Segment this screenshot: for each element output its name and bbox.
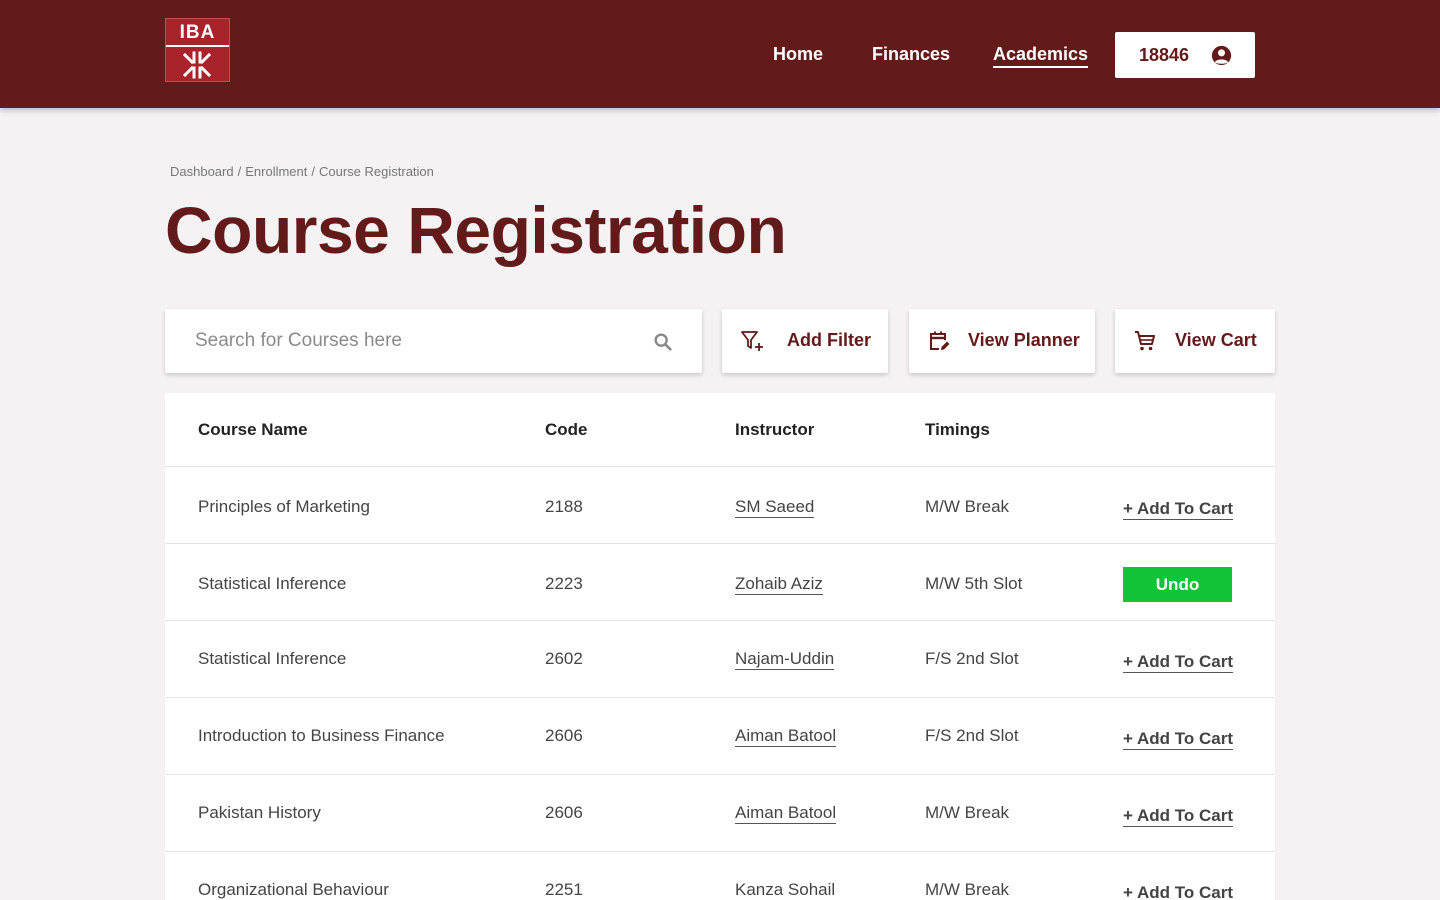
course-code: 2223: [545, 574, 583, 593]
search-icon[interactable]: [652, 331, 674, 353]
table-header-row: Course Name Code Instructor Timings: [165, 393, 1275, 467]
user-id: 18846: [1139, 45, 1190, 65]
top-bar: IBA Home Finances Academics 18846: [0, 0, 1440, 108]
instructor-link[interactable]: Najam-Uddin: [735, 649, 835, 670]
course-timing: F/S 2nd Slot: [925, 649, 1019, 668]
search-box: [165, 309, 702, 373]
breadcrumb: Dashboard / Enrollment / Course Registration: [170, 164, 434, 179]
nav-academics[interactable]: Academics: [993, 44, 1089, 68]
logo-mark-icon: [182, 51, 212, 79]
view-cart-button[interactable]: View Cart: [1115, 309, 1275, 373]
view-planner-label: View Planner: [968, 330, 1080, 350]
view-cart-label: View Cart: [1175, 330, 1257, 350]
breadcrumb-separator: /: [237, 164, 242, 179]
instructor-link[interactable]: Kanza Sohail: [735, 880, 836, 900]
course-timing: M/W Break: [925, 803, 1010, 822]
table-row: Introduction to Business Finance 2606 Ai…: [165, 698, 1275, 775]
course-code: 2602: [545, 649, 583, 668]
course-name: Statistical Inference: [198, 574, 347, 593]
course-timing: M/W 5th Slot: [925, 574, 1023, 593]
course-name: Organizational Behaviour: [198, 880, 389, 899]
view-planner-button[interactable]: View Planner: [909, 309, 1095, 373]
course-name: Pakistan History: [198, 803, 321, 822]
page-title: Course Registration: [165, 193, 787, 267]
course-name: Statistical Inference: [198, 649, 347, 668]
course-code: 2606: [545, 803, 583, 822]
instructor-link[interactable]: Aiman Batool: [735, 726, 837, 747]
table-row: Principles of Marketing 2188 SM Saeed M/…: [165, 467, 1275, 544]
course-timing: F/S 2nd Slot: [925, 726, 1019, 745]
course-table: Course Name Code Instructor Timings Prin…: [165, 393, 1275, 900]
filter-plus-icon: [741, 331, 763, 351]
nav-home[interactable]: Home: [773, 44, 823, 65]
add-to-cart-button[interactable]: + Add To Cart: [1123, 652, 1234, 673]
course-code: 2251: [545, 880, 583, 899]
add-filter-button[interactable]: Add Filter: [722, 309, 888, 373]
table-row: Pakistan History 2606 Aiman Batool M/W B…: [165, 775, 1275, 852]
add-filter-label: Add Filter: [787, 330, 871, 350]
breadcrumb-dashboard[interactable]: Dashboard: [170, 164, 234, 179]
search-input[interactable]: [195, 325, 635, 357]
column-header-code[interactable]: Code: [545, 420, 588, 440]
instructor-link[interactable]: Zohaib Aziz: [735, 574, 823, 595]
cart-icon: [1135, 331, 1155, 351]
course-name: Principles of Marketing: [198, 497, 370, 516]
column-header-course-name[interactable]: Course Name: [198, 420, 308, 440]
column-header-instructor[interactable]: Instructor: [735, 420, 814, 440]
user-circle-icon: [1211, 45, 1232, 66]
nav-finances[interactable]: Finances: [872, 44, 950, 65]
add-to-cart-button[interactable]: + Add To Cart: [1123, 499, 1234, 520]
calendar-edit-icon: [930, 331, 950, 350]
add-to-cart-button[interactable]: + Add To Cart: [1123, 883, 1233, 900]
course-name: Introduction to Business Finance: [198, 726, 445, 745]
logo-text: IBA: [179, 22, 216, 43]
course-code: 2606: [545, 726, 583, 745]
course-timing: M/W Break: [925, 497, 1010, 516]
add-to-cart-button[interactable]: + Add To Cart: [1123, 729, 1234, 750]
course-timing: M/W Break: [925, 880, 1010, 899]
iba-logo[interactable]: IBA: [165, 18, 230, 82]
table-row: Organizational Behaviour 2251 Kanza Soha…: [165, 852, 1275, 900]
logo-divider: [166, 45, 229, 47]
breadcrumb-separator: /: [311, 164, 315, 179]
add-to-cart-button[interactable]: + Add To Cart: [1123, 806, 1234, 827]
user-account-button[interactable]: 18846: [1115, 32, 1255, 78]
table-row: Statistical Inference 2223 Zohaib Aziz M…: [165, 544, 1275, 621]
instructor-link[interactable]: SM Saeed: [735, 497, 815, 518]
instructor-link[interactable]: Aiman Batool: [735, 803, 837, 824]
breadcrumb-current: Course Registration: [319, 164, 434, 179]
column-header-timings[interactable]: Timings: [925, 420, 990, 440]
breadcrumb-enrollment[interactable]: Enrollment: [245, 164, 307, 179]
course-code: 2188: [545, 497, 583, 516]
table-row: Statistical Inference 2602 Najam-Uddin F…: [165, 621, 1275, 698]
undo-button[interactable]: Undo: [1123, 567, 1232, 602]
